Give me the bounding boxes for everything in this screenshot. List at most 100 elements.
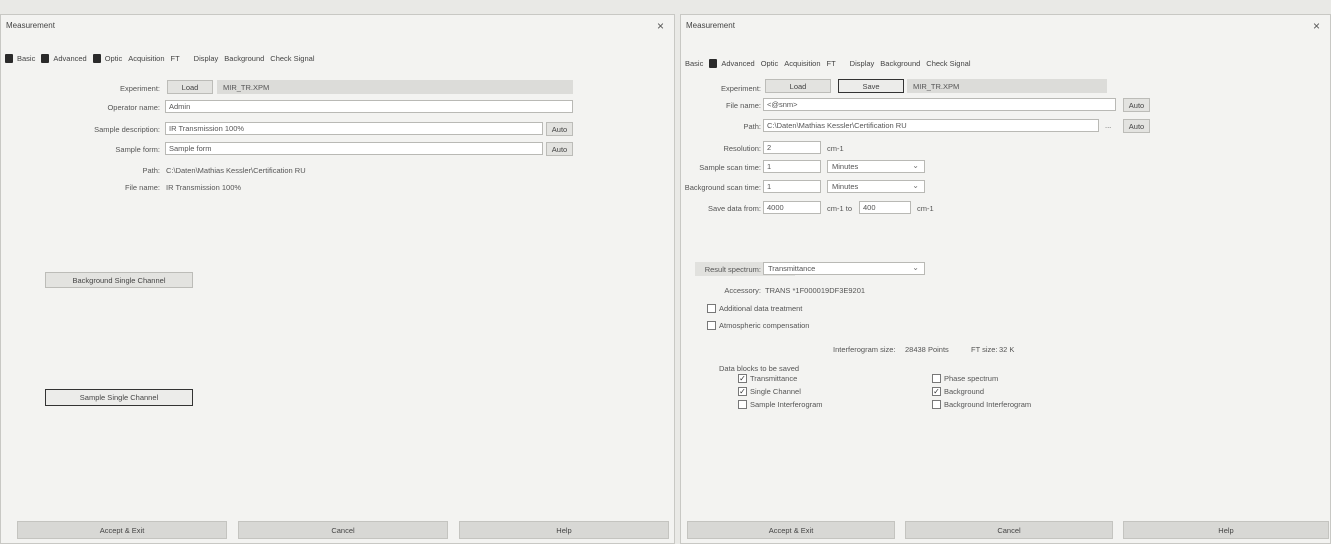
lock-icon	[709, 58, 718, 68]
lock-icon	[5, 53, 13, 63]
block-background-checkbox[interactable]: ✓ Background	[932, 387, 984, 396]
sample-description-label: Sample description:	[94, 125, 160, 134]
sample-scan-unit-select[interactable]: Minutes ⌄	[827, 160, 925, 173]
checkbox-icon	[707, 304, 716, 313]
tab-display[interactable]: Display	[850, 59, 875, 68]
file-name-label: File name:	[725, 101, 761, 110]
check-icon	[932, 374, 941, 383]
interferogram-size-label: Interferogram size:	[833, 345, 896, 354]
path-auto-button[interactable]: Auto	[1123, 119, 1150, 133]
save-data-to-field[interactable]: 400	[859, 201, 911, 214]
tab-optic[interactable]: Optic	[761, 59, 779, 68]
lock-icon	[41, 53, 50, 63]
sample-form-field[interactable]: Sample form	[165, 142, 543, 155]
sample-description-auto-button[interactable]: Auto	[546, 122, 573, 136]
additional-data-treatment-checkbox[interactable]: Additional data treatment	[707, 304, 802, 313]
tab-display[interactable]: Display	[194, 54, 219, 63]
tab-background[interactable]: Background	[224, 54, 264, 63]
file-name-value: IR Transmission 100%	[166, 183, 242, 192]
file-name-label: File name:	[124, 183, 160, 192]
tab-check-signal[interactable]: Check Signal	[926, 59, 970, 68]
chevron-down-icon: ⌄	[912, 161, 919, 170]
tab-basic[interactable]: Basic	[5, 53, 35, 63]
cancel-button[interactable]: Cancel	[238, 521, 448, 539]
atmospheric-compensation-checkbox[interactable]: Atmospheric compensation	[707, 321, 809, 330]
accessory-value: TRANS *1F000019DF3E9201	[765, 286, 866, 295]
tab-check-signal[interactable]: Check Signal	[270, 54, 314, 63]
save-button[interactable]: Save	[838, 79, 904, 93]
operator-field[interactable]: Admin	[165, 100, 573, 113]
load-button[interactable]: Load	[765, 79, 831, 93]
tab-ft[interactable]: FT	[827, 59, 836, 68]
tab-bar: Basic Advanced Optic Acquisition FT Disp…	[685, 56, 1330, 70]
tab-advanced[interactable]: Advanced	[709, 58, 755, 68]
file-name-auto-button[interactable]: Auto	[1123, 98, 1150, 112]
check-icon	[738, 400, 747, 409]
close-icon[interactable]: ×	[1313, 19, 1320, 33]
result-spectrum-select[interactable]: Transmittance ⌄	[763, 262, 925, 275]
accessory-label: Accessory:	[724, 286, 761, 295]
path-value: C:\Daten\Mathias Kessler\Certification R…	[166, 166, 306, 175]
browse-button[interactable]: ...	[1105, 121, 1111, 130]
block-sample-interferogram-checkbox[interactable]: Sample Interferogram	[738, 400, 823, 409]
save-data-from-unit: cm-1 to	[827, 204, 853, 213]
check-icon: ✓	[738, 373, 747, 383]
lock-icon	[92, 53, 101, 63]
ft-size-value: 32 K	[999, 345, 1015, 354]
window-title: Measurement	[6, 21, 55, 30]
tab-advanced[interactable]: Advanced	[41, 53, 87, 63]
sample-scan-field[interactable]: 1	[763, 160, 821, 173]
path-field[interactable]: C:\Daten\Mathias Kessler\Certification R…	[763, 119, 1099, 132]
ft-size-label: FT size:	[971, 345, 998, 354]
measurement-dialog-basic: Measurement × Basic Advanced Optic Acqui…	[0, 14, 675, 544]
save-data-from-field[interactable]: 4000	[763, 201, 821, 214]
background-scan-field[interactable]: 1	[763, 180, 821, 193]
file-name-field[interactable]: <@snm>	[763, 98, 1116, 111]
check-icon	[932, 400, 941, 409]
cancel-button[interactable]: Cancel	[905, 521, 1113, 539]
check-icon: ✓	[932, 386, 941, 396]
tab-basic[interactable]: Basic	[685, 59, 703, 68]
save-data-from-label: Save data from:	[708, 204, 761, 213]
data-blocks-label: Data blocks to be saved	[719, 364, 800, 373]
tab-acquisition[interactable]: Acquisition	[784, 59, 820, 68]
save-data-to-unit: cm-1	[917, 204, 934, 213]
tab-ft[interactable]: FT	[171, 54, 180, 63]
interferogram-size-value: 28438 Points	[905, 345, 949, 354]
close-icon[interactable]: ×	[657, 19, 664, 33]
resolution-label: Resolution:	[723, 144, 761, 153]
sample-form-auto-button[interactable]: Auto	[546, 142, 573, 156]
window-title: Measurement	[686, 21, 735, 30]
block-transmittance-checkbox[interactable]: ✓ Transmittance	[738, 374, 797, 383]
operator-label: Operator name:	[107, 103, 160, 112]
block-phase-spectrum-checkbox[interactable]: Phase spectrum	[932, 374, 998, 383]
experiment-file: MIR_TR.XPM	[907, 79, 1107, 93]
tab-bar: Basic Advanced Optic Acquisition FT Disp…	[5, 51, 674, 65]
sample-single-channel-button[interactable]: Sample Single Channel	[45, 389, 193, 406]
title-bar: Measurement ×	[1, 15, 674, 37]
tab-optic[interactable]: Optic	[92, 53, 122, 63]
tab-background[interactable]: Background	[880, 59, 920, 68]
sample-form-label: Sample form:	[115, 145, 160, 154]
background-scan-label: Background scan time:	[684, 183, 761, 192]
help-button[interactable]: Help	[459, 521, 669, 539]
background-single-channel-button[interactable]: Background Single Channel	[45, 272, 193, 288]
path-label: Path:	[743, 122, 761, 131]
load-button[interactable]: Load	[167, 80, 213, 94]
block-single-channel-checkbox[interactable]: ✓ Single Channel	[738, 387, 801, 396]
background-scan-unit-select[interactable]: Minutes ⌄	[827, 180, 925, 193]
tab-acquisition[interactable]: Acquisition	[128, 54, 164, 63]
measurement-dialog-advanced: Measurement × Basic Advanced Optic Acqui…	[680, 14, 1331, 544]
accept-exit-button[interactable]: Accept & Exit	[687, 521, 895, 539]
help-button[interactable]: Help	[1123, 521, 1329, 539]
sample-description-field[interactable]: IR Transmission 100%	[165, 122, 543, 135]
sample-scan-label: Sample scan time:	[699, 163, 761, 172]
block-background-interferogram-checkbox[interactable]: Background Interferogram	[932, 400, 1031, 409]
result-spectrum-label: Result spectrum:	[704, 265, 761, 274]
resolution-field[interactable]: 2	[763, 141, 821, 154]
experiment-file: MIR_TR.XPM	[217, 80, 573, 94]
accept-exit-button[interactable]: Accept & Exit	[17, 521, 227, 539]
chevron-down-icon: ⌄	[912, 181, 919, 190]
experiment-label: Experiment:	[119, 84, 160, 93]
resolution-unit: cm-1	[827, 144, 844, 153]
